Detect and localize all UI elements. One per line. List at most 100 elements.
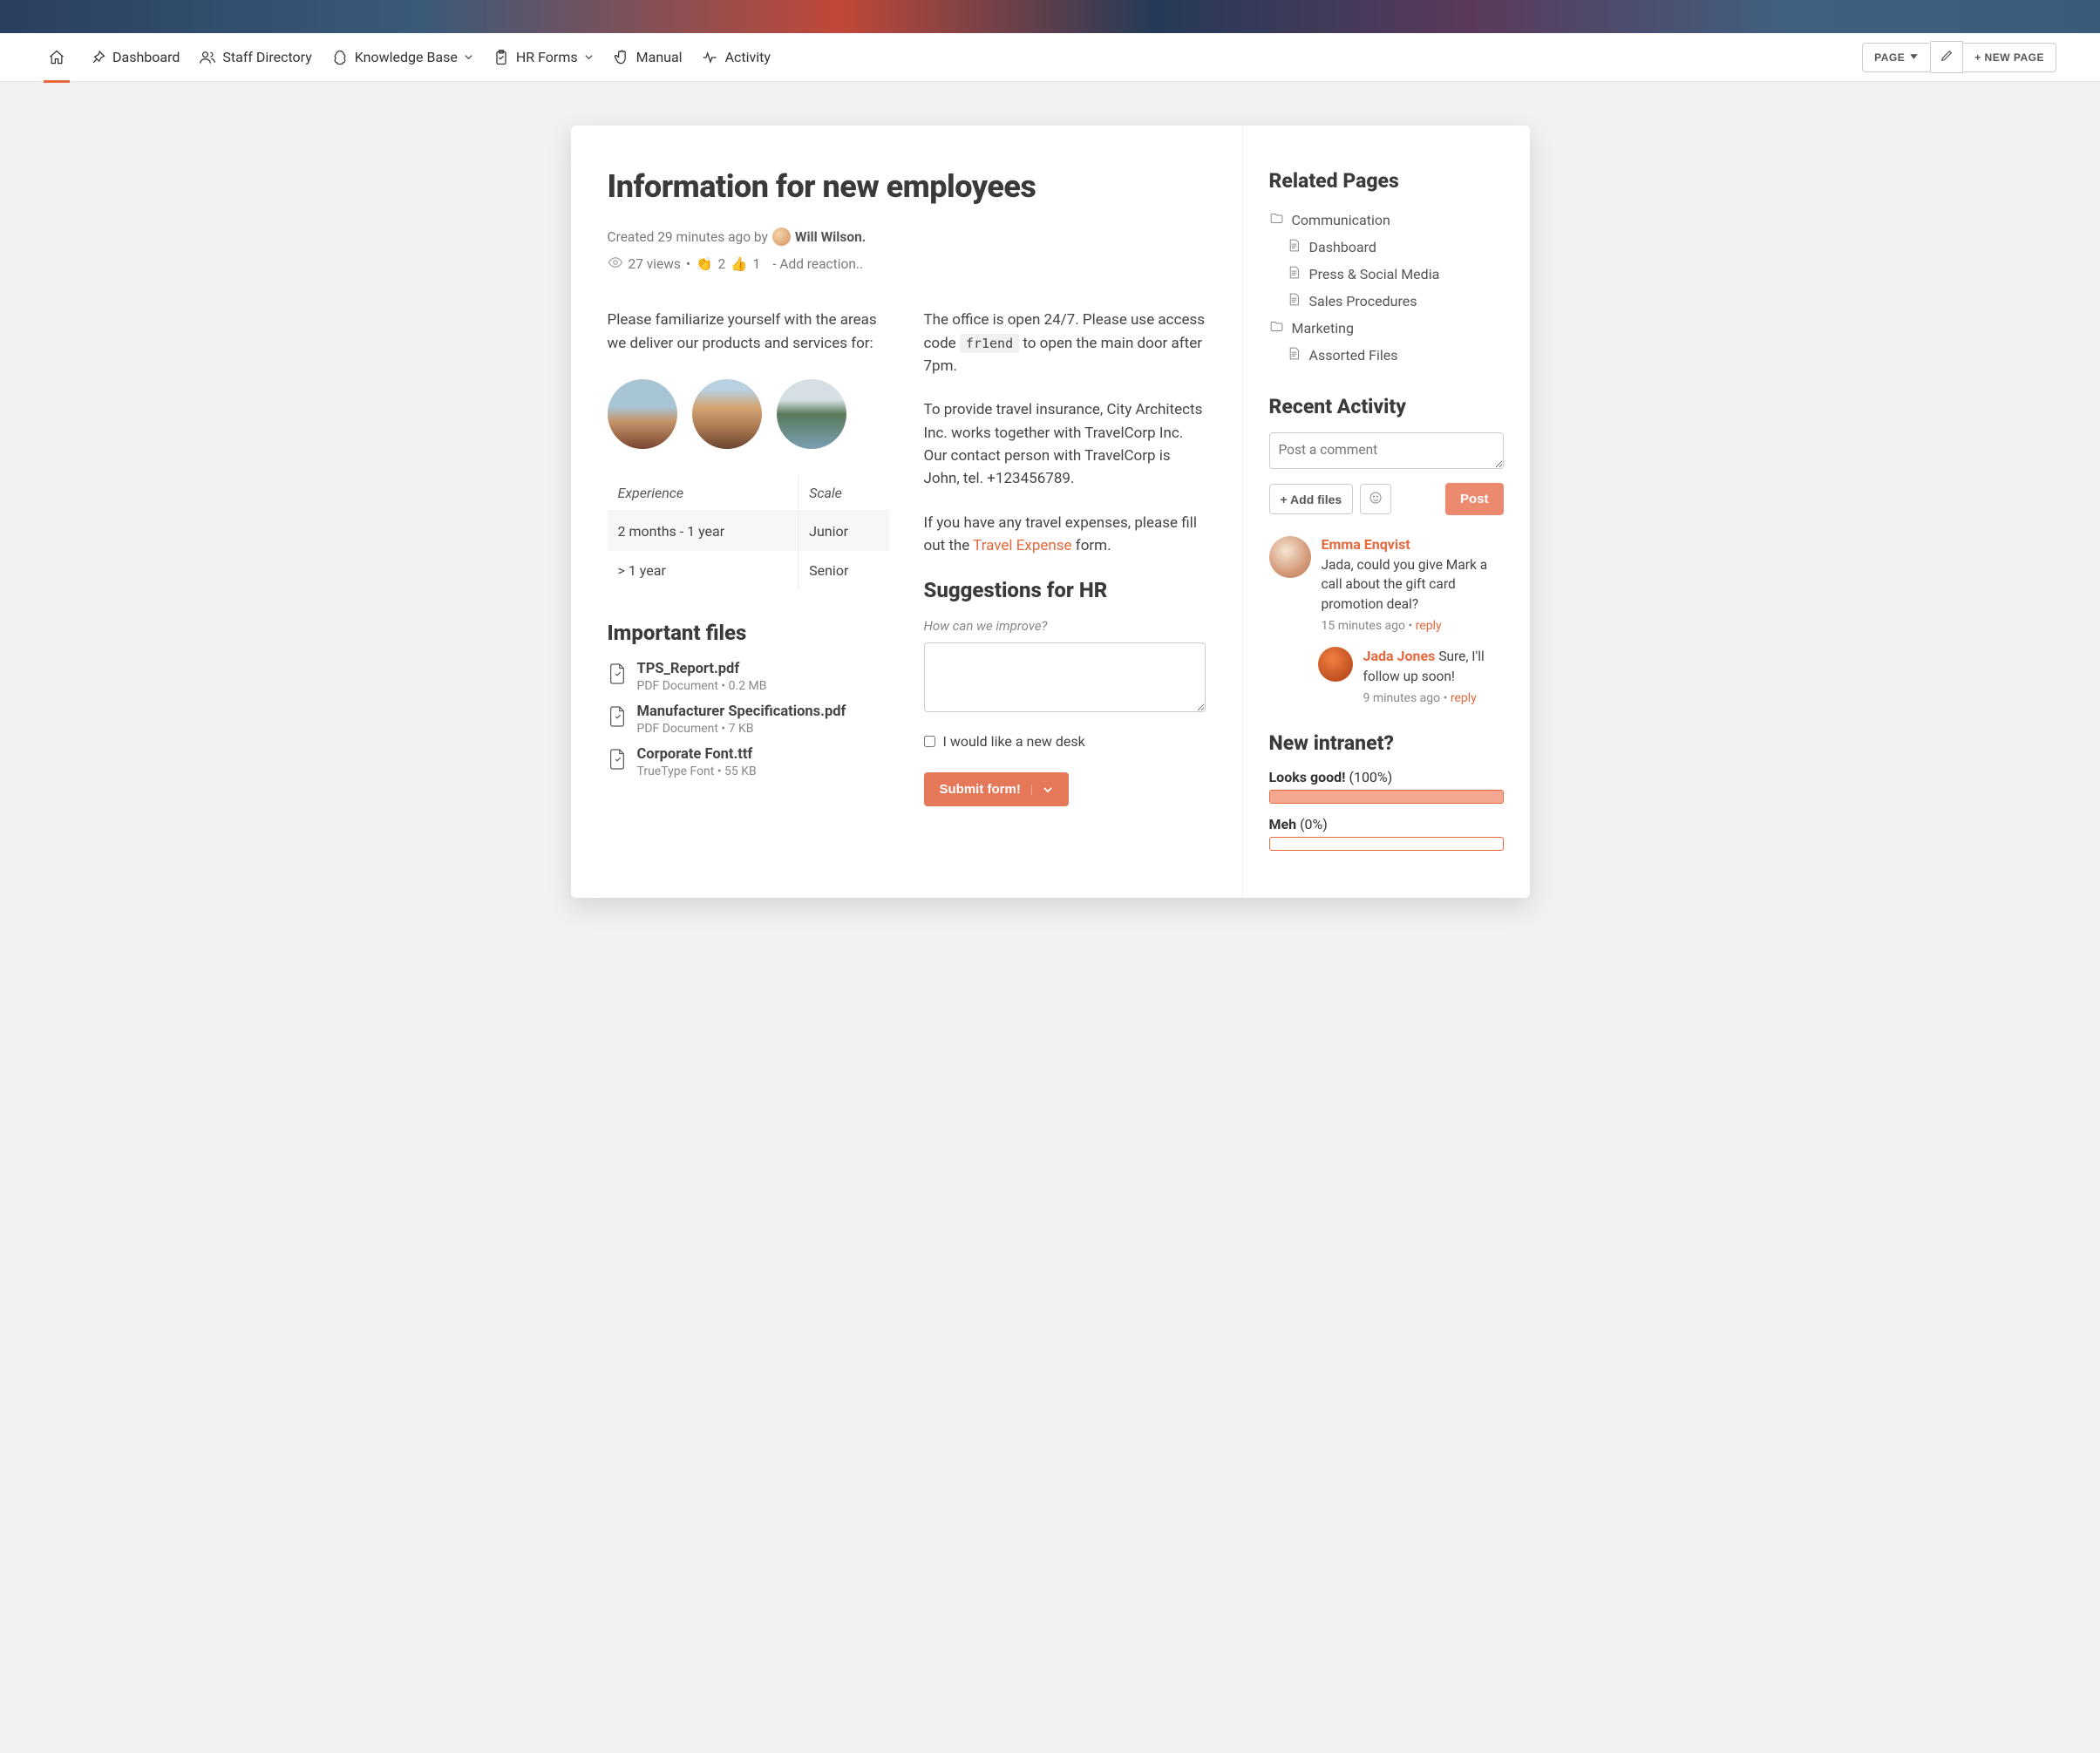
office-info-1: The office is open 24/7. Please use acce… — [924, 309, 1206, 377]
submit-label: Submit form! — [940, 782, 1021, 797]
eye-icon — [608, 255, 623, 274]
reply-avatar — [1318, 647, 1353, 682]
new-page-button[interactable]: + NEW PAGE — [1963, 43, 2056, 72]
created-meta: Created 29 minutes ago by Will Wilson. — [608, 228, 1206, 246]
folder-icon — [1269, 211, 1284, 229]
suggestions-heading: Suggestions for HR — [924, 578, 1206, 602]
reply-meta: 9 minutes ago • reply — [1363, 691, 1504, 705]
nav-dashboard-label: Dashboard — [112, 49, 180, 65]
top-navigation: Dashboard Staff Directory Knowledge Base… — [0, 33, 2100, 82]
poll-option[interactable]: Looks good! (100%) — [1269, 769, 1504, 804]
related-pages-heading: Related Pages — [1269, 169, 1504, 193]
add-files-button[interactable]: + Add files — [1269, 484, 1354, 514]
page-btn-label: PAGE — [1874, 51, 1905, 64]
triangle-down-icon — [1909, 51, 1919, 64]
travel-expense-link[interactable]: Travel Expense — [973, 537, 1071, 554]
add-reaction-button[interactable]: - Add reaction.. — [772, 256, 863, 272]
intro-paragraph: Please familiarize yourself with the are… — [608, 309, 889, 355]
comment-avatar — [1269, 536, 1311, 578]
file-name: TPS_Report.pdf — [637, 661, 767, 677]
post-button[interactable]: Post — [1445, 483, 1504, 515]
reply-link[interactable]: reply — [1416, 619, 1442, 633]
comment-input[interactable] — [1269, 432, 1504, 469]
file-name: Manufacturer Specifications.pdf — [637, 703, 846, 720]
reply-link[interactable]: reply — [1451, 691, 1477, 705]
experience-table: Experience Scale 2 months - 1 year Junio… — [608, 475, 889, 590]
new-page-label: + NEW PAGE — [1974, 51, 2044, 64]
office-info-3: If you have any travel expenses, please … — [924, 512, 1206, 558]
clipboard-icon — [493, 49, 510, 66]
file-icon — [608, 746, 627, 774]
thumb-emoji: 👍 — [731, 256, 747, 272]
pencil-icon — [1940, 49, 1954, 65]
nav-home[interactable] — [44, 49, 70, 83]
views-count: 27 views — [629, 256, 681, 272]
page-icon — [1287, 346, 1301, 364]
related-folder[interactable]: Communication — [1269, 207, 1504, 234]
related-folder[interactable]: Marketing — [1269, 315, 1504, 342]
file-item[interactable]: Manufacturer Specifications.pdf PDF Docu… — [608, 703, 889, 736]
page-icon — [1287, 292, 1301, 310]
related-page[interactable]: Assorted Files — [1269, 342, 1504, 369]
comment-reply: Jada Jones Sure, I'll follow up soon! 9 … — [1318, 647, 1504, 705]
suggestions-textarea[interactable] — [924, 642, 1206, 712]
th-experience: Experience — [608, 475, 799, 512]
heartbeat-icon — [702, 49, 719, 66]
table-row: 2 months - 1 year Junior — [608, 512, 889, 552]
home-icon — [48, 49, 65, 66]
clap-emoji: 👏 — [696, 256, 712, 272]
file-meta: PDF Document • 7 KB — [637, 722, 846, 736]
author-avatar — [772, 228, 791, 246]
clap-count: 2 — [717, 256, 725, 272]
new-desk-label: I would like a new desk — [943, 733, 1085, 750]
related-page[interactable]: Press & Social Media — [1269, 261, 1504, 288]
submit-button[interactable]: Submit form! — [924, 772, 1069, 806]
comment-text: Jada, could you give Mark a call about t… — [1322, 555, 1504, 614]
file-item[interactable]: TPS_Report.pdf PDF Document • 0.2 MB — [608, 661, 889, 693]
nav-hr-label: HR Forms — [516, 49, 578, 65]
nav-knowledge-base[interactable]: Knowledge Base — [331, 49, 473, 66]
file-icon — [608, 703, 627, 731]
new-desk-checkbox[interactable] — [924, 736, 935, 747]
chevron-down-icon — [584, 49, 594, 65]
location-image-3 — [777, 379, 846, 449]
hero-banner — [0, 0, 2100, 33]
created-text: Created 29 minutes ago by — [608, 229, 768, 245]
author-name[interactable]: Will Wilson. — [795, 229, 866, 245]
file-meta: TrueType Font • 55 KB — [637, 764, 757, 778]
reply-author[interactable]: Jada Jones — [1363, 648, 1436, 664]
office-info-2: To provide travel insurance, City Archit… — [924, 398, 1206, 490]
hand-icon — [613, 49, 630, 66]
page-icon — [1287, 265, 1301, 283]
nav-dashboard[interactable]: Dashboard — [89, 49, 180, 66]
folder-icon — [1269, 319, 1284, 337]
edit-button[interactable] — [1931, 41, 1963, 73]
file-item[interactable]: Corporate Font.ttf TrueType Font • 55 KB — [608, 746, 889, 778]
nav-activity-label: Activity — [725, 49, 771, 65]
page-dropdown-button[interactable]: PAGE — [1862, 43, 1931, 72]
views-row: 27 views • 👏 2 👍 1 - Add reaction.. — [608, 255, 1206, 274]
emoji-button[interactable] — [1360, 484, 1391, 514]
nav-staff-label: Staff Directory — [222, 49, 311, 65]
nav-manual-label: Manual — [636, 49, 683, 65]
important-files-heading: Important files — [608, 621, 889, 645]
comment-author[interactable]: Emma Enqvist — [1322, 536, 1504, 553]
page-icon — [1287, 238, 1301, 256]
suggestions-hint: How can we improve? — [924, 618, 1206, 634]
nav-activity[interactable]: Activity — [702, 49, 771, 66]
smiley-icon — [1369, 494, 1383, 507]
nav-hr-forms[interactable]: HR Forms — [493, 49, 594, 66]
page-title: Information for new employees — [608, 169, 1206, 205]
poll-option[interactable]: Meh (0%) — [1269, 816, 1504, 851]
related-page[interactable]: Sales Procedures — [1269, 288, 1504, 315]
table-row: > 1 year Senior — [608, 551, 889, 590]
thumb-count: 1 — [753, 256, 761, 272]
recent-activity-heading: Recent Activity — [1269, 395, 1504, 418]
access-code: fr1end — [960, 334, 1019, 353]
location-image-2 — [692, 379, 762, 449]
related-page[interactable]: Dashboard — [1269, 234, 1504, 261]
poll-bar-fill — [1270, 791, 1503, 803]
nav-staff-directory[interactable]: Staff Directory — [199, 49, 311, 66]
nav-manual[interactable]: Manual — [613, 49, 683, 66]
brain-icon — [331, 49, 349, 66]
